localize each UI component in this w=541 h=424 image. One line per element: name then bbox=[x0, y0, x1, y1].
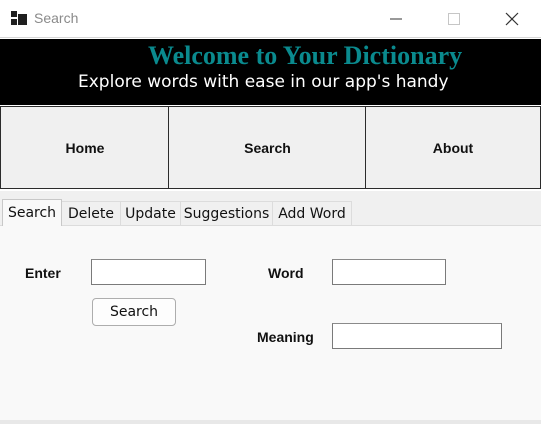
tab-add-word[interactable]: Add Word bbox=[272, 201, 352, 225]
maximize-icon bbox=[448, 13, 460, 25]
title-bar: Search bbox=[0, 0, 541, 38]
tab-strip: Search Delete Update Suggestions Add Wor… bbox=[0, 191, 541, 226]
banner: Welcome to Your Dictionary Explore words… bbox=[0, 39, 541, 105]
word-field[interactable] bbox=[332, 259, 446, 285]
search-tab-panel: Enter Search Word Meaning bbox=[0, 225, 541, 420]
banner-title: Welcome to Your Dictionary bbox=[148, 41, 463, 70]
search-nav-button[interactable]: Search bbox=[168, 106, 367, 189]
about-button[interactable]: About bbox=[365, 106, 541, 189]
close-icon bbox=[505, 12, 519, 26]
tab-update[interactable]: Update bbox=[120, 201, 181, 225]
meaning-label: Meaning bbox=[257, 329, 314, 345]
enter-label: Enter bbox=[25, 265, 61, 281]
minimize-icon bbox=[390, 18, 402, 20]
meaning-field[interactable] bbox=[332, 323, 502, 349]
window-title: Search bbox=[34, 10, 79, 26]
word-label: Word bbox=[268, 265, 304, 281]
maximize-button[interactable] bbox=[425, 0, 483, 38]
tab-suggestions[interactable]: Suggestions bbox=[180, 201, 273, 225]
minimize-button[interactable] bbox=[367, 0, 425, 38]
app-window-icon bbox=[11, 11, 27, 25]
enter-input[interactable] bbox=[91, 259, 206, 285]
tab-delete[interactable]: Delete bbox=[61, 201, 121, 225]
search-button[interactable]: Search bbox=[92, 298, 176, 326]
close-button[interactable] bbox=[483, 0, 541, 38]
window-bottom-edge bbox=[0, 420, 541, 424]
home-button[interactable]: Home bbox=[0, 106, 170, 189]
banner-subtitle: Explore words with ease in our app's han… bbox=[78, 72, 449, 92]
tab-search[interactable]: Search bbox=[2, 199, 62, 226]
